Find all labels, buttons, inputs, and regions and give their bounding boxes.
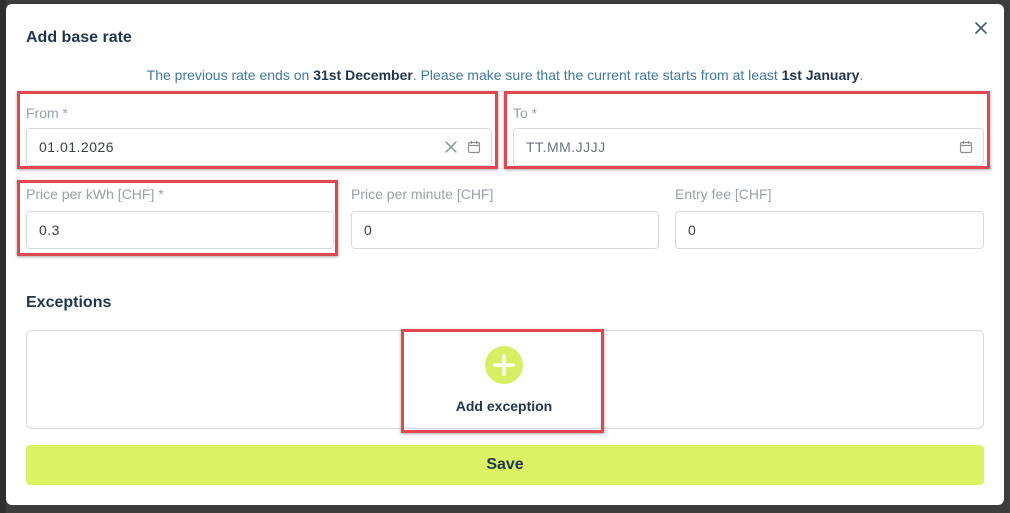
price-kwh-value: 0.3 <box>39 222 60 238</box>
entry-fee-value: 0 <box>688 222 697 238</box>
notice-start-date: 1st January <box>781 67 860 83</box>
notice-suffix: . <box>859 67 864 83</box>
entry-fee-label: Entry fee [CHF] <box>675 186 772 202</box>
from-date-input[interactable]: 01.01.2026 <box>26 128 492 166</box>
calendar-icon[interactable] <box>959 140 973 154</box>
from-label: From * <box>26 105 68 121</box>
price-kwh-input[interactable]: 0.3 <box>26 211 334 249</box>
from-date-value: 01.01.2026 <box>39 139 115 155</box>
plus-icon <box>485 346 523 384</box>
clear-icon[interactable] <box>445 141 457 153</box>
calendar-icon[interactable] <box>467 140 481 154</box>
add-exception-button[interactable]: Add exception <box>406 332 602 432</box>
add-base-rate-dialog: Add base rate The previous rate ends on … <box>6 4 1004 505</box>
to-date-input[interactable]: TT.MM.JJJJ <box>513 128 984 166</box>
add-exception-label: Add exception <box>455 398 553 414</box>
to-label: To * <box>513 105 538 121</box>
dialog-title: Add base rate <box>26 29 132 46</box>
rate-notice: The previous rate ends on 31st December.… <box>6 67 1004 83</box>
close-icon <box>975 22 987 34</box>
notice-prefix: The previous rate ends on <box>146 67 314 83</box>
price-minute-label: Price per minute [CHF] <box>351 186 494 202</box>
save-button[interactable]: Save <box>26 445 984 485</box>
price-minute-input[interactable]: 0 <box>351 211 659 249</box>
close-button[interactable] <box>971 18 991 38</box>
exceptions-title: Exceptions <box>26 294 112 311</box>
price-minute-value: 0 <box>364 222 373 238</box>
to-date-placeholder: TT.MM.JJJJ <box>526 139 606 155</box>
notice-end-date: 31st December <box>313 67 413 83</box>
price-kwh-label: Price per kWh [CHF] * <box>26 186 164 202</box>
entry-fee-input[interactable]: 0 <box>675 211 984 249</box>
notice-middle: . Please make sure that the current rate… <box>412 67 782 83</box>
